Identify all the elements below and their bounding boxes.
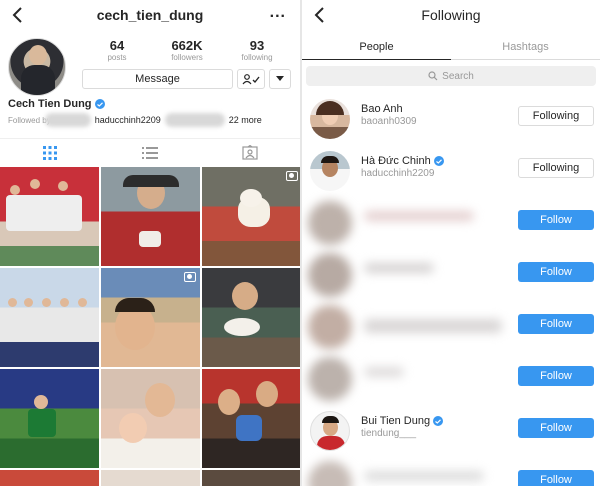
blurred-user <box>308 461 508 486</box>
grid-photo[interactable] <box>202 369 300 468</box>
avatar[interactable] <box>310 99 350 139</box>
user-handle: tiendung___ <box>361 428 417 439</box>
following-tabs: People Hashtags <box>302 34 600 60</box>
list-item[interactable]: Bui Tien Dung tiendung___ Follow <box>302 405 600 455</box>
profile-display-name: Cech Tien Dung <box>8 98 105 110</box>
following-title: Following <box>421 7 481 23</box>
profile-pane: cech_tien_dung ... 64 posts 662K followe… <box>0 0 300 486</box>
follow-button[interactable]: Follow <box>518 366 594 386</box>
following-header: Following <box>302 0 600 30</box>
user-name: Bao Anh <box>361 103 403 115</box>
list-item[interactable]: Follow <box>302 197 600 247</box>
followers-stat[interactable]: 662K followers <box>152 39 222 63</box>
tagged-icon <box>242 145 258 160</box>
tab-people[interactable]: People <box>302 34 451 60</box>
search-placeholder: Search <box>442 70 474 82</box>
chevron-down-icon <box>276 76 284 81</box>
tab-list[interactable] <box>100 139 200 166</box>
list-icon <box>142 146 158 159</box>
following-label: following <box>241 53 273 62</box>
avatar[interactable] <box>310 151 350 191</box>
following-status-button[interactable] <box>237 69 265 89</box>
posts-count: 64 <box>109 38 125 53</box>
blurred-user <box>308 305 508 349</box>
followers-label: followers <box>171 53 203 62</box>
verified-badge-icon <box>433 416 444 426</box>
user-name: Bui Tien Dung <box>361 415 444 427</box>
posts-label: posts <box>107 53 127 62</box>
grid-icon <box>43 145 57 160</box>
following-button[interactable]: Following <box>518 158 594 178</box>
follow-button[interactable]: Follow <box>518 418 594 438</box>
follow-button[interactable]: Follow <box>518 314 594 334</box>
user-handle: baoanh0309 <box>361 116 417 127</box>
verified-badge-icon <box>94 99 105 109</box>
display-name-text: Cech Tien Dung <box>8 98 92 110</box>
grid-photo[interactable] <box>0 167 99 266</box>
avatar[interactable] <box>310 411 350 451</box>
blurred-user <box>308 201 508 245</box>
carousel-icon <box>286 171 298 181</box>
grid-photo[interactable] <box>0 268 99 367</box>
grid-photo[interactable] <box>101 167 200 266</box>
grid-photo[interactable] <box>202 470 300 486</box>
following-pane: Following People Hashtags Search Bao Anh… <box>302 0 600 486</box>
list-item[interactable]: Hà Đức Chinh haducchinh2209 Following <box>302 145 600 195</box>
grid-photo[interactable] <box>0 470 99 486</box>
followers-count: 662K <box>171 38 203 53</box>
profile-avatar[interactable] <box>8 38 66 96</box>
blurred-user <box>308 253 508 297</box>
profile-username: cech_tien_dung <box>96 7 204 23</box>
list-item[interactable]: Follow <box>302 457 600 486</box>
tab-hashtags[interactable]: Hashtags <box>451 34 600 60</box>
search-icon <box>428 71 438 81</box>
grid-photo[interactable] <box>202 268 300 367</box>
back-arrow-icon[interactable] <box>312 6 328 24</box>
followed-by-more[interactable]: 22 more <box>229 115 262 125</box>
profile-header: cech_tien_dung ... <box>0 0 300 30</box>
photo-grid <box>0 167 300 486</box>
followed-by-line[interactable]: Followed by haducchinh2209 22 more <box>8 113 262 127</box>
person-check-icon <box>242 73 260 84</box>
tab-tagged[interactable] <box>200 139 300 166</box>
following-count: 93 <box>249 38 265 53</box>
grid-photo[interactable] <box>101 470 200 486</box>
following-stat[interactable]: 93 following <box>222 39 292 63</box>
profile-tabs <box>0 138 300 166</box>
list-item[interactable]: Bao Anh baoanh0309 Following <box>302 93 600 143</box>
carousel-icon <box>184 272 196 282</box>
tab-grid[interactable] <box>0 139 100 166</box>
blurred-username <box>44 113 91 127</box>
user-handle: haducchinh2209 <box>361 168 435 179</box>
grid-photo[interactable] <box>101 268 200 367</box>
posts-stat[interactable]: 64 posts <box>82 39 152 63</box>
back-arrow-icon[interactable] <box>10 6 26 24</box>
message-button[interactable]: Message <box>82 69 233 89</box>
list-item[interactable]: Follow <box>302 353 600 403</box>
follow-button[interactable]: Follow <box>518 262 594 282</box>
grid-photo[interactable] <box>0 369 99 468</box>
search-input[interactable]: Search <box>306 66 596 86</box>
follow-button[interactable]: Follow <box>518 470 594 486</box>
list-item[interactable]: Follow <box>302 301 600 351</box>
blurred-username <box>164 113 225 127</box>
verified-badge-icon <box>433 156 444 166</box>
more-options-icon[interactable]: ... <box>270 4 286 22</box>
grid-photo[interactable] <box>202 167 300 266</box>
following-button[interactable]: Following <box>518 106 594 126</box>
suggestions-dropdown-button[interactable] <box>269 69 291 89</box>
user-name: Hà Đức Chinh <box>361 155 444 167</box>
blurred-user <box>308 357 508 401</box>
follow-button[interactable]: Follow <box>518 210 594 230</box>
profile-stats: 64 posts 662K followers 93 following <box>82 39 292 63</box>
grid-photo[interactable] <box>101 369 200 468</box>
followed-by-user[interactable]: haducchinh2209 <box>95 115 161 125</box>
list-item[interactable]: Follow <box>302 249 600 299</box>
